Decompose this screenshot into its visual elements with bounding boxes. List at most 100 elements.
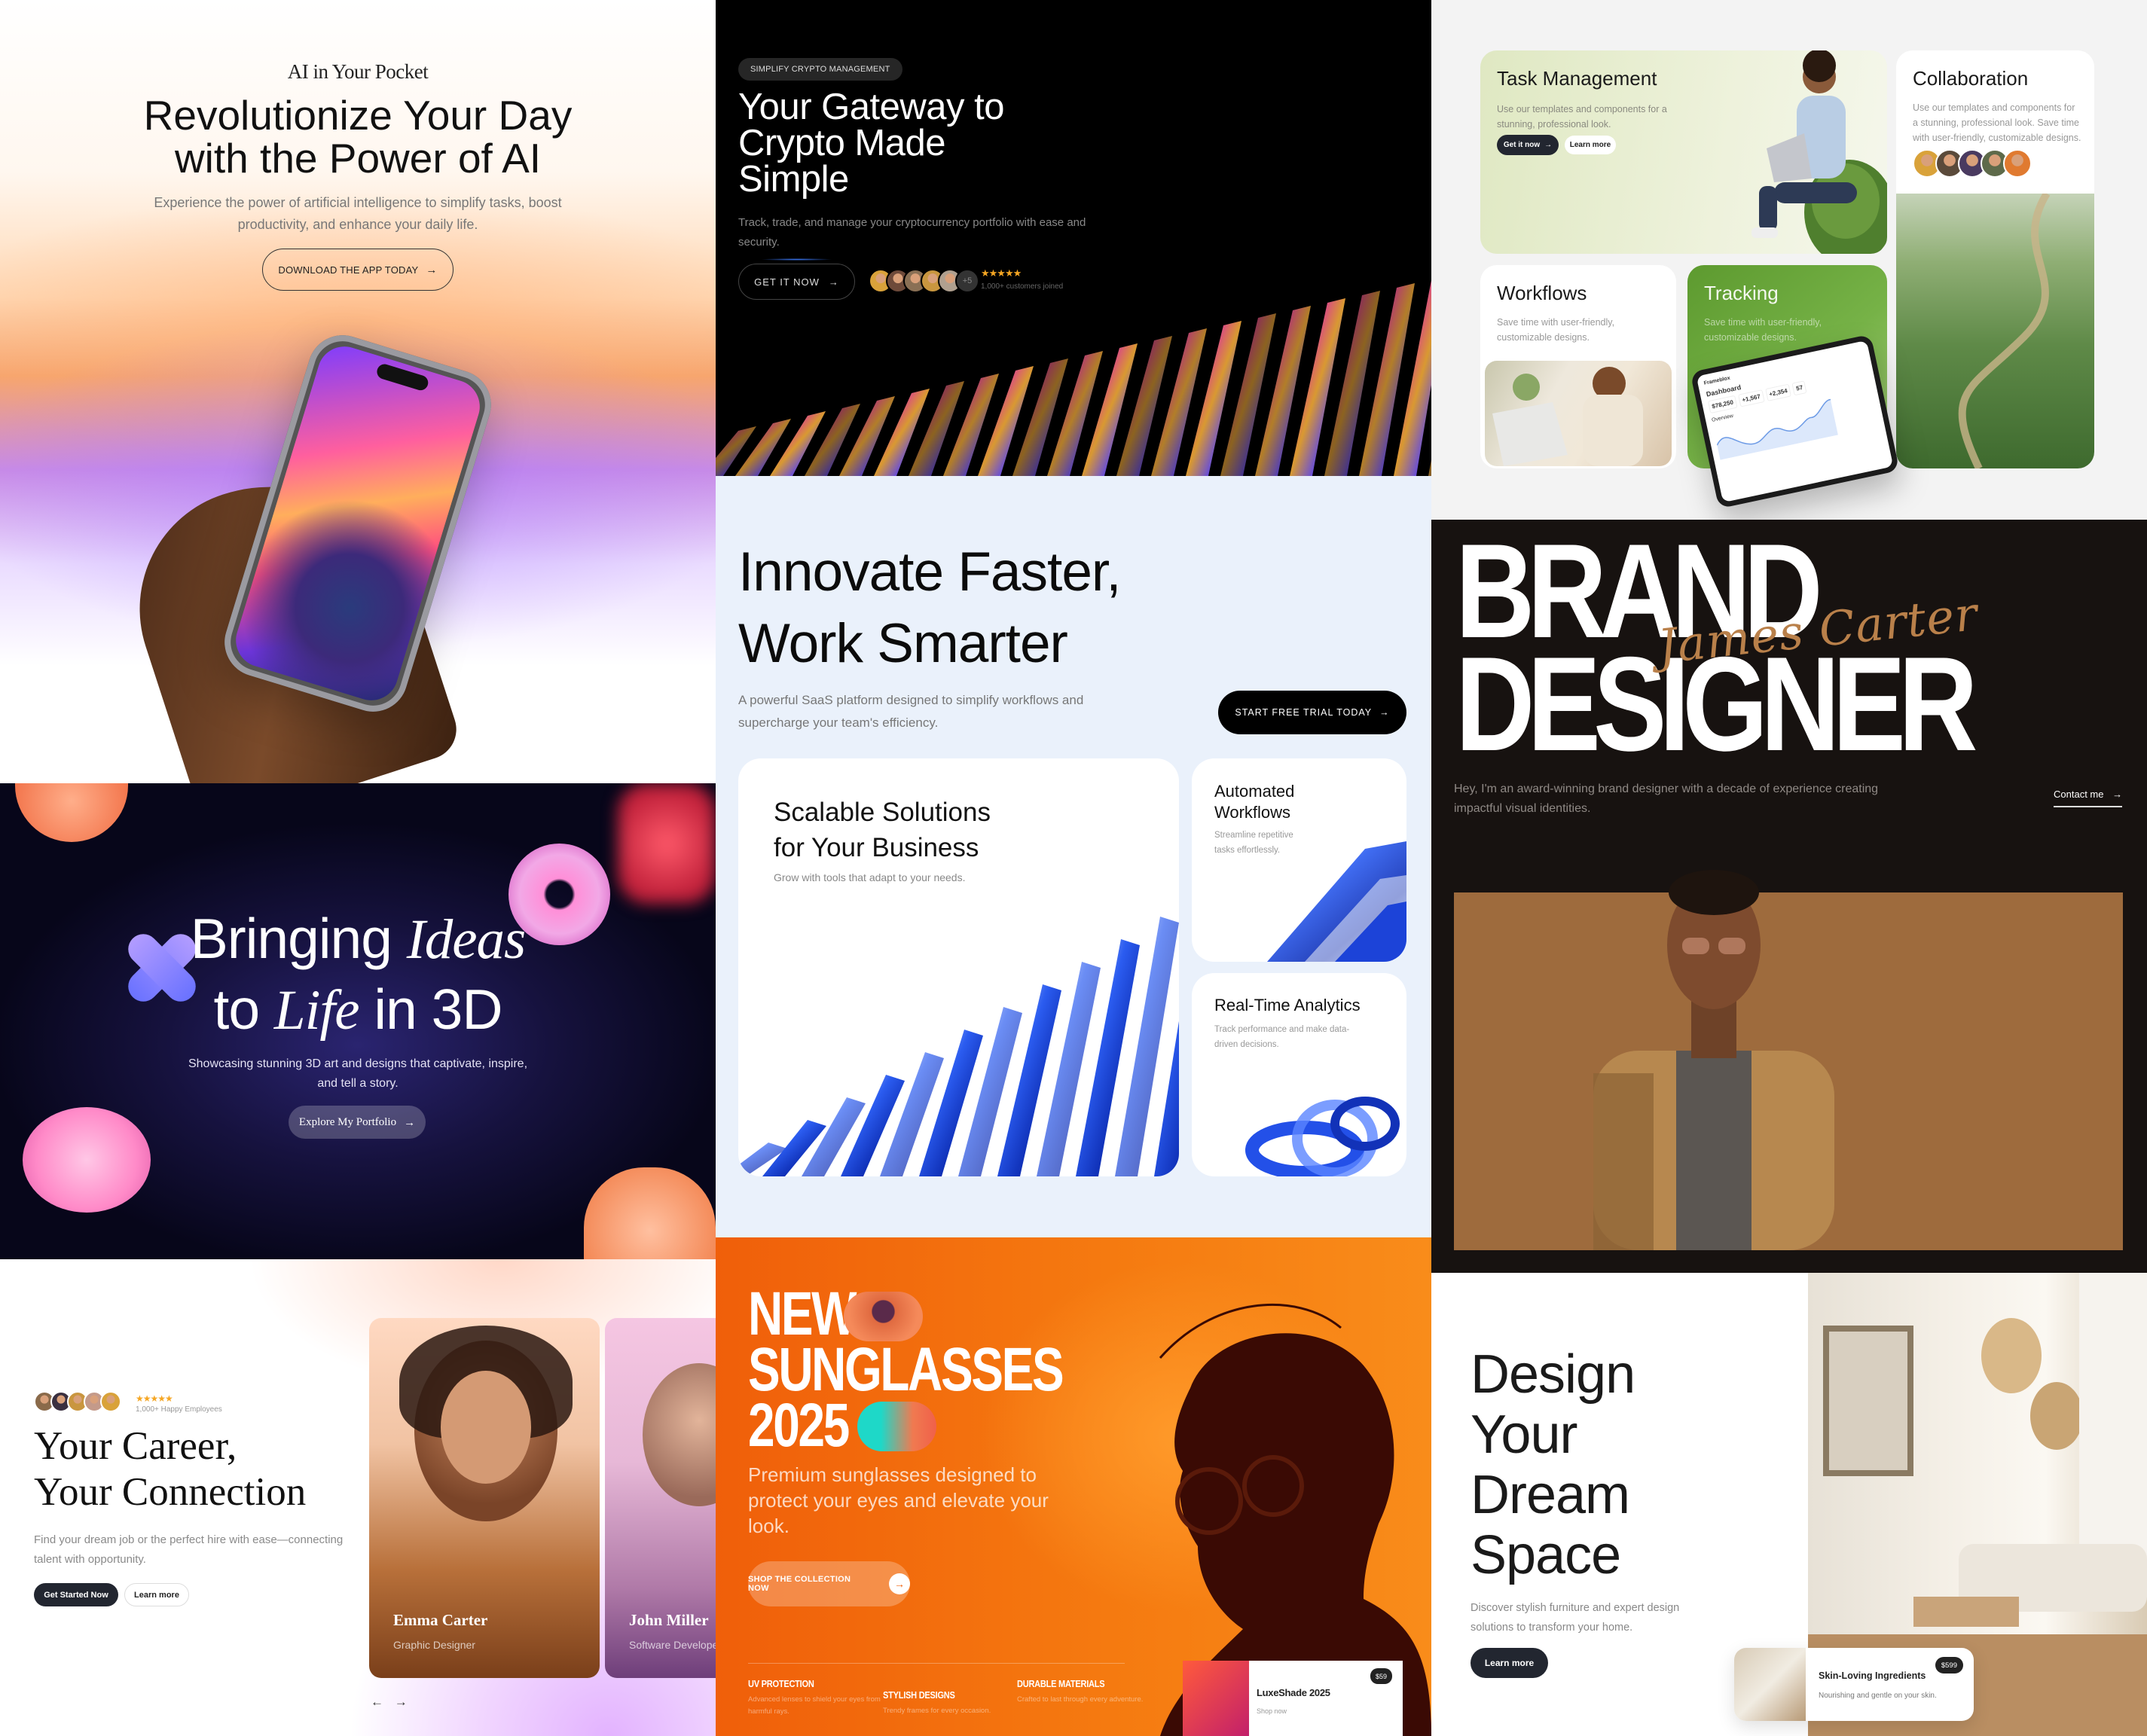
title-line: 2025 [748,1391,850,1460]
arrow-right-icon: → [1379,707,1390,718]
title-line: Your Gateway to [738,87,1004,127]
title-line: for Your Business [774,833,979,862]
divider [748,1663,1125,1664]
feature-description: Crafted to last through every adventure. [1017,1695,1144,1704]
arrow-right-icon: → [2112,789,2123,800]
arrow-right-icon: → [889,1573,910,1594]
title-line: Crypto Made [738,123,946,163]
profile-card[interactable]: Emma Carter Graphic Designer [369,1318,600,1678]
button-label: Get it now [1503,141,1541,149]
profile-photo [643,1363,716,1506]
card-title: Task Management [1497,67,1657,90]
team-avatars [1913,149,2032,178]
phone-screen [229,340,487,707]
product-name: Skin-Loving Ingredients [1819,1670,1926,1681]
title-line: Your [1471,1405,1577,1465]
explore-portfolio-button[interactable]: Explore My Portfolio → [289,1106,426,1139]
ai-app-hero: AI in Your Pocket Revolutionize Your Day… [0,0,716,783]
hero-title: Bringing Ideas to Life in 3D [0,904,716,1045]
download-app-button[interactable]: DOWNLOAD THE APP TODAY → [262,249,454,291]
hero-title: Design Your Dream Space [1471,1344,1635,1585]
title-line: Innovate Faster, [738,542,1121,603]
arrow-right-icon[interactable]: → [395,1695,408,1709]
get-it-now-button[interactable]: GET IT NOW → [738,264,855,300]
title-text: in 3D [359,978,502,1041]
profile-face [441,1371,531,1484]
hero-subtitle: Find your dream job or the perfect hire … [34,1533,344,1566]
red-blob-shape [618,783,716,904]
feature-item: DURABLE MATERIALS Crafted to last throug… [1017,1678,1153,1706]
product-card[interactable]: Skin-Loving Ingredients Nourishing and g… [1734,1648,1974,1721]
woman-laptop-image [1485,361,1672,466]
feature-item: STYLISH DESIGNS Trendy frames for every … [883,1689,1019,1717]
price-badge: $59 [1370,1668,1392,1684]
automated-workflows-card: Automated Workflows Streamline repetitiv… [1192,758,1406,962]
card-title: Tracking [1704,282,1779,304]
interior-design-hero: Design Your Dream Space Discover stylish… [1431,1273,2147,1736]
hero-subtitle: Discover stylish furniture and expert de… [1471,1602,1680,1634]
hero-title: Your Career, Your Connection [34,1423,306,1515]
feature-title: STYLISH DESIGNS [883,1689,955,1701]
feature-grid: Task Management Use our templates and co… [1431,0,2147,520]
collaboration-card: Collaboration Use our templates and comp… [1896,50,2094,468]
price-badge: $599 [1935,1657,1963,1673]
career-hero: ★★★★★ 1,000+ Happy Employees Your Career… [0,1259,716,1736]
smartphone-image [215,326,500,721]
avatar-count-badge: +5 [955,269,979,293]
scalable-solutions-card: Scalable Solutions for Your Business Gro… [738,758,1179,1176]
arrow-left-icon[interactable]: ← [371,1695,383,1709]
product-image [1183,1661,1249,1736]
blue-glass-frames-graphic [1267,841,1406,962]
learn-more-button[interactable]: Learn more [1565,136,1616,154]
product-name: LuxeShade 2025 [1257,1687,1330,1698]
contact-me-link[interactable]: Contact me → [2054,789,2123,807]
title-line: Space [1471,1525,1621,1585]
avatar [2003,149,2032,178]
get-started-button[interactable]: Get Started Now [34,1583,118,1606]
social-proof-text: 1,000+ customers joined [981,282,1064,291]
title-text: to [213,978,274,1041]
card-description: Use our templates and components for a s… [1913,102,2081,143]
get-it-now-button[interactable]: Get it now → [1497,135,1559,155]
title-text: Bringing [190,907,407,970]
learn-more-button[interactable]: Learn more [124,1583,189,1606]
product-description: Nourishing and gentle on your skin. [1819,1692,1937,1700]
sunglasses-hero: NEW SUNGLASSES 2025 Premium sunglasses d… [716,1237,1431,1736]
hero-subtitle: A powerful SaaS platform designed to sim… [738,693,1084,730]
button-label: START FREE TRIAL TODAY [1235,707,1373,718]
title-line: Revolutionize Your Day [143,92,573,139]
learn-more-button[interactable]: Learn more [1471,1648,1548,1678]
shop-now-link[interactable]: Shop now [1257,1707,1287,1715]
carousel-nav: ← → [371,1695,408,1710]
category-tag: SIMPLIFY CRYPTO MANAGEMENT [738,58,902,81]
saas-hero: Innovate Faster, Work Smarter A powerful… [716,476,1431,1237]
social-proof-text: 1,000+ Happy Employees [136,1405,222,1414]
button-label: GET IT NOW [754,276,820,288]
hero-title: Your Gateway to Crypto Made Simple [738,87,1190,198]
button-label: SHOP THE COLLECTION NOW [748,1575,851,1593]
start-free-trial-button[interactable]: START FREE TRIAL TODAY → [1218,691,1406,734]
crypto-hero: SIMPLIFY CRYPTO MANAGEMENT Your Gateway … [716,0,1431,476]
hero-title: Innovate Faster, Work Smarter [738,536,1121,679]
green-valley-image [1896,191,2094,468]
card-title: Workflows [1497,282,1587,304]
title-line: with the Power of AI [174,135,542,182]
feature-description: Advanced lenses to shield your eyes from… [748,1695,881,1716]
arrow-right-icon: → [426,263,438,276]
button-label: DOWNLOAD THE APP TODAY [278,264,419,276]
product-image [1734,1648,1806,1721]
title-italic-text: Ideas [406,908,526,971]
feature-title: UV PROTECTION [748,1678,814,1689]
kpi-value: 57 [1791,380,1807,396]
dashboard-tablet-image: Frameblox Dashboard $78,250 +1,567 +2,35… [1690,334,1900,509]
card-title: Collaboration [1913,67,2029,90]
button-glow [761,258,832,261]
shop-collection-button[interactable]: SHOP THE COLLECTION NOW → [748,1561,910,1606]
card-description: Grow with tools that adapt to your needs… [774,871,966,883]
person-on-beanbag-image [1752,50,1887,254]
rating-stars-icon: ★★★★★ [136,1393,173,1404]
product-card[interactable]: LuxeShade 2025 Shop now $59 [1183,1661,1403,1736]
arrow-right-icon: → [1544,141,1553,149]
card-title: Automated Workflows [1214,781,1294,823]
profile-card[interactable]: John Miller Software Developer [605,1318,716,1678]
